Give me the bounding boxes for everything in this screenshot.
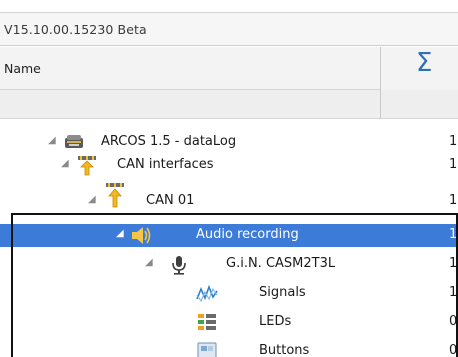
tree-row-label: LEDs [259,314,292,329]
expand-arrow-icon[interactable]: ◢ [61,158,69,169]
tree-row-count: 1 [449,227,458,242]
tree-row-count: 1 [449,157,458,172]
tree-row-can-01[interactable]: ◢ CAN 01 1 [0,183,458,213]
expand-arrow-icon[interactable]: ◢ [88,194,96,205]
expand-arrow-icon[interactable]: ◢ [145,257,153,268]
tree-row-can-interfaces[interactable]: ◢ CAN interfaces 1 [0,154,458,177]
column-header: Name Σ [0,47,458,90]
tree-row-count: 1 [449,285,458,300]
tree-row-label: CAN 01 [146,193,195,208]
tree-row-count: 1 [449,256,458,271]
tree-row-label: ARCOS 1.5 - dataLog [101,134,237,149]
tree-row-arcos[interactable]: ◢ ARCOS 1.5 - dataLog 1 [0,131,458,154]
top-spacer [0,0,458,12]
tree-row-label: G.i.N. CASM2T3L [226,256,336,271]
tree-row-gin-casm2t3l[interactable]: ◢ G.i.N. CASM2T3L 1 [0,253,458,276]
signal-wave-icon [196,284,218,303]
tree-row-count: 1 [449,193,458,208]
microphone-icon [172,256,186,275]
speaker-icon [132,227,151,244]
tree-row-label: Audio recording [196,227,299,242]
filter-cell-name[interactable] [0,90,381,119]
tree-row-audio-recording[interactable]: ◢ Audio recording 1 [0,224,458,247]
sum-column-header[interactable]: Σ [381,47,458,90]
sigma-icon: Σ [416,48,433,78]
tree-row-count: 0 [449,343,458,357]
version-label: V15.10.00.15230 Beta [4,22,147,37]
can-interface-icon [78,156,96,176]
device-icon [65,135,83,148]
version-bar: V15.10.00.15230 Beta [0,12,458,46]
tree-row-count: 1 [449,134,458,149]
tree-row-count: 0 [449,314,458,329]
name-column-label: Name [4,61,41,76]
buttons-icon [197,342,217,357]
expand-arrow-icon[interactable]: ◢ [48,135,56,146]
tree-row-leds[interactable]: LEDs 0 [0,311,458,334]
tree-row-signals[interactable]: Signals 1 [0,282,458,305]
can-channel-icon [106,183,124,208]
tree-row-label: Buttons [259,343,310,357]
led-list-icon [198,314,216,330]
tree-row-label: CAN interfaces [117,157,214,172]
tree-row-label: Signals [259,285,306,300]
tree-top-spacer [0,119,458,131]
expand-arrow-icon[interactable]: ◢ [116,228,124,239]
name-column-header[interactable]: Name [0,47,381,90]
tree-row-buttons[interactable]: Buttons 0 [0,340,458,357]
filter-row[interactable] [0,90,458,119]
